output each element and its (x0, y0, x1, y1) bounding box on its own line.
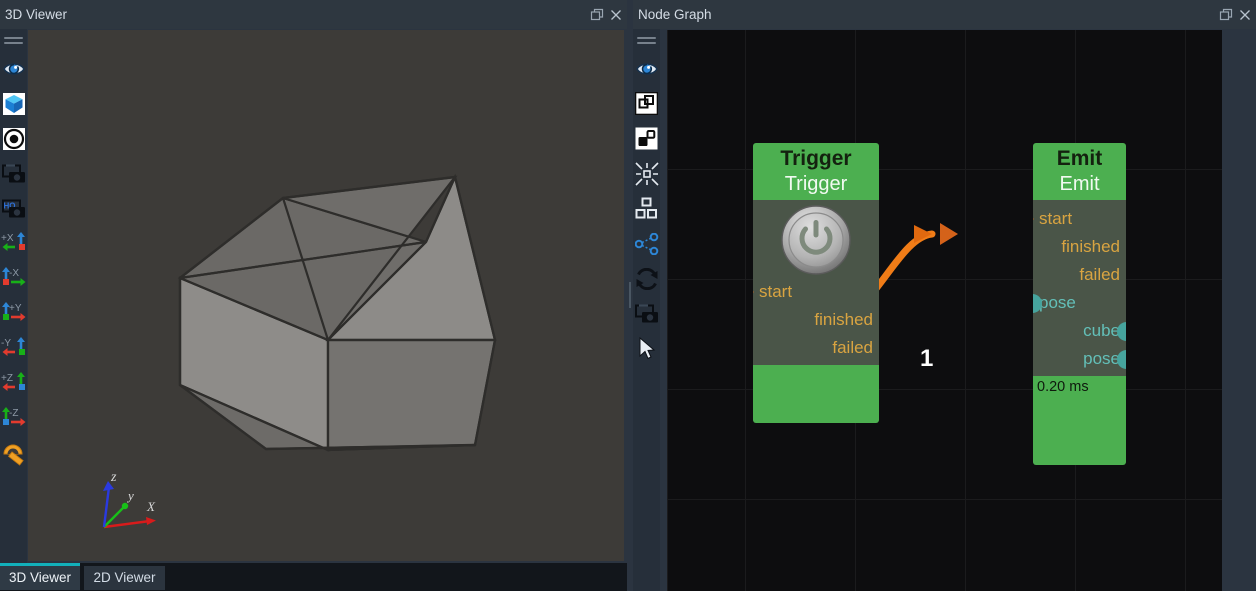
node-emit-output-failed[interactable]: failed (1033, 261, 1126, 289)
layout-grid-icon[interactable] (633, 191, 660, 226)
port-label: start (759, 282, 793, 301)
view-plus-z-icon[interactable]: +Z (0, 366, 27, 401)
port-label: cube (1083, 321, 1120, 340)
cursor-select-icon[interactable] (633, 331, 660, 366)
tab-2d-viewer[interactable]: 2D Viewer (84, 566, 165, 590)
float-restore-icon[interactable] (588, 6, 605, 23)
drag-grip-icon[interactable] (0, 29, 27, 51)
node-emit-input-start[interactable]: start (1033, 205, 1126, 233)
port-label: finished (814, 310, 873, 329)
panel-node-graph: Node Graph 1 Trigger Trigger start finis… (633, 0, 1256, 591)
axis-gizmo: X y z (102, 470, 156, 529)
node-trigger-footer (753, 365, 879, 402)
node-emit-input-pose[interactable]: pose (1033, 289, 1126, 317)
screenshot-icon[interactable] (633, 296, 660, 331)
viewer3d-scene[interactable]: X y z (28, 30, 624, 561)
share-graph-icon[interactable] (633, 226, 660, 261)
collapse-icon[interactable] (633, 156, 660, 191)
node-emit-footer: 0.20 ms (1033, 376, 1126, 412)
node-emit-title: Emit (1056, 147, 1103, 170)
port-label: pose (1039, 293, 1076, 312)
screenshot-hq-icon[interactable]: HQ (0, 191, 27, 226)
port-label: failed (1079, 265, 1120, 284)
float-restore-icon[interactable] (1217, 6, 1234, 23)
close-icon[interactable] (1236, 6, 1253, 23)
target-focus-icon[interactable] (0, 121, 27, 156)
svg-text:z: z (110, 470, 117, 485)
panel-node-graph-title: Node Graph (638, 7, 712, 22)
node-trigger-body: start finished failed (753, 200, 879, 365)
frame-selection-icon[interactable] (633, 86, 660, 121)
panel-3d-viewer-titlebar: 3D Viewer (0, 0, 627, 29)
view-plus-x-icon[interactable]: +X (0, 226, 27, 261)
tab-3d-viewer[interactable]: 3D Viewer (0, 563, 81, 590)
nodegraph-toolbar (633, 29, 660, 591)
svg-text:+Y: +Y (9, 303, 22, 314)
cube-blue-icon[interactable] (0, 86, 27, 121)
node-emit-output-cube[interactable]: cube (1033, 317, 1126, 345)
connection-order-label: 1 (920, 345, 934, 372)
port-label: finished (1061, 237, 1120, 256)
viewer3d-toolbar: HQ +X -X +Y -Y +Z -Z (0, 29, 27, 563)
node-trigger[interactable]: Trigger Trigger start finished failed (753, 143, 879, 423)
eye-visibility-icon[interactable] (0, 51, 27, 86)
panel-3d-viewer: 3D Viewer HQ +X -X +Y -Y +Z -Z X y z (0, 0, 627, 563)
node-emit-subtitle: Emit (1059, 173, 1100, 195)
refresh-icon[interactable] (633, 261, 660, 296)
svg-text:-X: -X (9, 268, 19, 279)
node-emit[interactable]: Emit Emit start finished failed pose cub… (1033, 143, 1126, 465)
node-emit-output-pose[interactable]: pose (1033, 345, 1126, 373)
svg-text:+Z: +Z (1, 373, 13, 384)
eye-visibility-icon[interactable] (633, 51, 660, 86)
svg-text:y: y (126, 488, 134, 503)
measure-protractor-icon[interactable] (0, 436, 27, 471)
panel-3d-viewer-title-buttons (588, 0, 624, 29)
group-nodes-icon[interactable] (633, 121, 660, 156)
panel-node-graph-title-buttons (1217, 0, 1253, 29)
svg-text:-Y: -Y (1, 338, 11, 349)
exec-port-icon[interactable] (753, 283, 754, 301)
viewer-tabbar: 3D Viewer 2D Viewer (0, 563, 627, 591)
node-emit-output-finished[interactable]: finished (1033, 233, 1126, 261)
drag-grip-icon[interactable] (633, 29, 660, 51)
power-button[interactable] (781, 205, 851, 275)
port-label: failed (832, 338, 873, 357)
port-label: start (1039, 209, 1073, 228)
node-trigger-footer-text (753, 365, 879, 371)
svg-text:X: X (146, 499, 156, 514)
svg-text:+X: +X (1, 233, 14, 244)
view-minus-x-icon[interactable]: -X (0, 261, 27, 296)
node-trigger-output-finished[interactable]: finished (753, 306, 879, 334)
node-trigger-input-start[interactable]: start (753, 278, 879, 306)
node-trigger-header: Trigger Trigger (753, 143, 879, 200)
connection-edge[interactable] (667, 30, 1222, 591)
close-icon[interactable] (607, 6, 624, 23)
panel-3d-viewer-title: 3D Viewer (5, 7, 68, 22)
port-label: pose (1083, 349, 1120, 368)
node-emit-body: start finished failed pose cube pose (1033, 200, 1126, 376)
screenshot-icon[interactable] (0, 156, 27, 191)
node-emit-runtime: 0.20 ms (1037, 379, 1089, 395)
node-trigger-title: Trigger (780, 147, 852, 170)
view-minus-z-icon[interactable]: -Z (0, 401, 27, 436)
view-minus-y-icon[interactable]: -Y (0, 331, 27, 366)
node-emit-header: Emit Emit (1033, 143, 1126, 200)
app-window: 3D Viewer HQ +X -X +Y -Y +Z -Z X y z 3D … (0, 0, 1256, 591)
node-trigger-output-failed[interactable]: failed (753, 334, 879, 362)
panel-node-graph-titlebar: Node Graph (633, 0, 1256, 29)
svg-text:-Z: -Z (9, 408, 18, 419)
view-plus-y-icon[interactable]: +Y (0, 296, 27, 331)
node-trigger-subtitle: Trigger (784, 173, 848, 195)
nodegraph-canvas[interactable]: 1 Trigger Trigger start finished failed … (667, 30, 1222, 591)
exec-port-icon[interactable] (1033, 210, 1034, 228)
